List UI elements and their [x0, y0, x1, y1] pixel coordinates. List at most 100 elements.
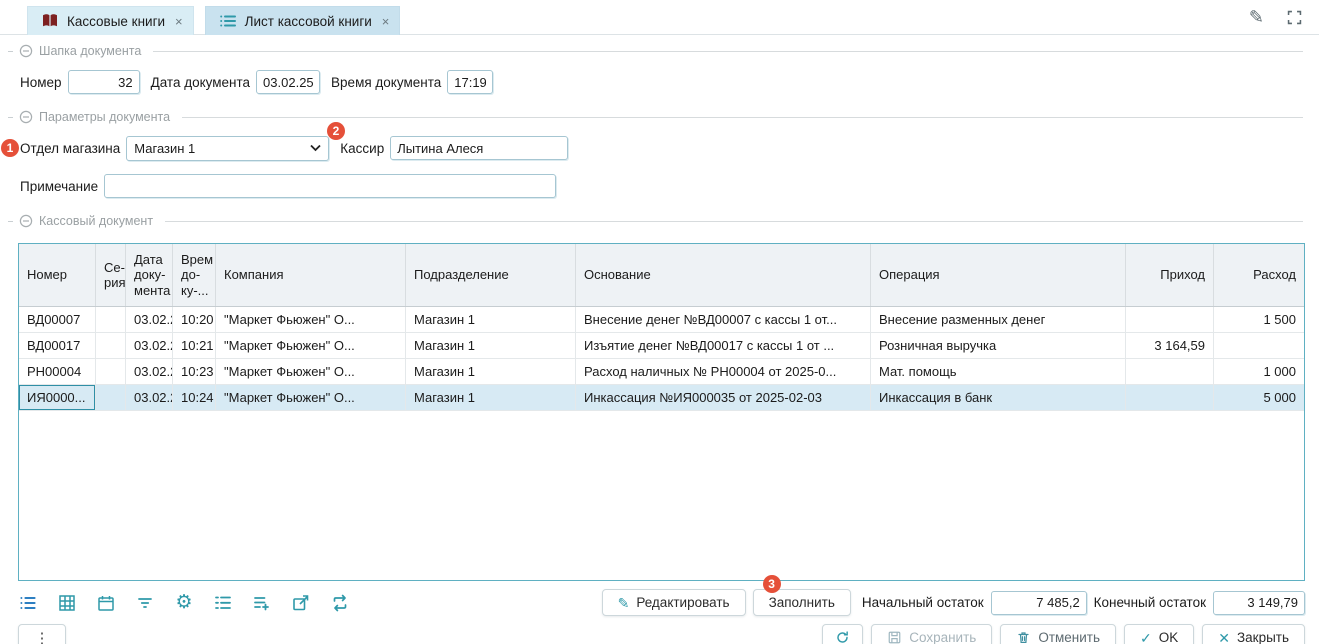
- ok-button[interactable]: ✓ OK: [1124, 624, 1194, 644]
- store-department-select[interactable]: Магазин 1: [126, 136, 329, 161]
- table-cell[interactable]: [96, 385, 126, 410]
- table-cell[interactable]: 10:24: [173, 385, 216, 410]
- table-cell[interactable]: ВД00007: [19, 307, 96, 332]
- table-row[interactable]: ВД00017 03.02.2510:21"Маркет Фьюжен" О...…: [19, 333, 1304, 359]
- table-cell[interactable]: Изъятие денег №ВД00017 с кассы 1 от ...: [576, 333, 871, 358]
- cashier-input[interactable]: [390, 136, 568, 160]
- table-cell[interactable]: [1214, 333, 1304, 358]
- table-cell[interactable]: Магазин 1: [406, 333, 576, 358]
- refresh-button[interactable]: [822, 624, 863, 644]
- calendar-icon[interactable]: [96, 593, 116, 613]
- start-balance-input[interactable]: [991, 591, 1087, 615]
- table-cell[interactable]: "Маркет Фьюжен" О...: [216, 333, 406, 358]
- divider: [182, 117, 1303, 118]
- tab-close-icon[interactable]: ×: [175, 15, 183, 28]
- more-icon: ⋮: [35, 629, 50, 644]
- selected-option: Магазин 1: [134, 141, 195, 156]
- table-cell[interactable]: [96, 333, 126, 358]
- collapse-icon[interactable]: [19, 44, 33, 58]
- tab-cash-book-sheet[interactable]: Лист кассовой книги ×: [205, 6, 401, 35]
- table-cell[interactable]: 5 000: [1214, 385, 1304, 410]
- column-header[interactable]: Номер: [19, 244, 96, 306]
- table-cell[interactable]: [1126, 359, 1214, 384]
- table-cell[interactable]: Инкассация №ИЯ000035 от 2025-02-03: [576, 385, 871, 410]
- list-view-icon[interactable]: [18, 593, 38, 613]
- gear-icon[interactable]: ⚙: [174, 593, 194, 613]
- more-button[interactable]: ⋮: [18, 624, 66, 644]
- table-cell[interactable]: Внесение разменных денег: [871, 307, 1126, 332]
- section-title-text: Параметры документа: [39, 110, 170, 124]
- start-balance-label: Начальный остаток: [862, 595, 984, 610]
- table-cell[interactable]: Магазин 1: [406, 385, 576, 410]
- save-button[interactable]: Сохранить: [871, 624, 992, 644]
- close-button[interactable]: ✕ Закрыть: [1202, 624, 1305, 644]
- table-cell[interactable]: 03.02.25: [126, 333, 173, 358]
- table-row[interactable]: ВД00007 03.02.2510:20"Маркет Фьюжен" О...…: [19, 307, 1304, 333]
- section-cash-document: Кассовый документ: [8, 213, 1303, 229]
- tab-close-icon[interactable]: ×: [382, 15, 390, 28]
- fill-button[interactable]: Заполнить: [753, 589, 851, 616]
- filter-icon[interactable]: [135, 593, 155, 613]
- column-header[interactable]: Дата доку- мента: [126, 244, 173, 306]
- table-cell[interactable]: [1126, 385, 1214, 410]
- note-input[interactable]: [104, 174, 556, 198]
- table-cell[interactable]: Розничная выручка: [871, 333, 1126, 358]
- edit-button[interactable]: ✎ Редактировать: [602, 589, 746, 616]
- add-row-icon[interactable]: [252, 593, 272, 613]
- numbered-list-icon[interactable]: [213, 593, 233, 613]
- collapse-icon[interactable]: [19, 110, 33, 124]
- table-cell[interactable]: ВД00017: [19, 333, 96, 358]
- edit-pencil-icon[interactable]: ✎: [1249, 8, 1264, 26]
- table-cell[interactable]: ИЯ0000...: [19, 385, 96, 410]
- table-cell[interactable]: 03.02.25: [126, 385, 173, 410]
- number-input[interactable]: [68, 70, 140, 94]
- window-actions: ✎: [1249, 8, 1319, 26]
- table-cell[interactable]: Магазин 1: [406, 307, 576, 332]
- table-cell[interactable]: "Маркет Фьюжен" О...: [216, 385, 406, 410]
- column-header[interactable]: Основание: [576, 244, 871, 306]
- table-cell[interactable]: [1126, 307, 1214, 332]
- column-header[interactable]: Се- рия: [96, 244, 126, 306]
- table-cell[interactable]: [96, 307, 126, 332]
- table-cell[interactable]: 10:21: [173, 333, 216, 358]
- fullscreen-icon[interactable]: [1286, 9, 1303, 26]
- table-cell[interactable]: 10:20: [173, 307, 216, 332]
- repeat-icon[interactable]: [330, 593, 350, 613]
- collapse-icon[interactable]: [19, 214, 33, 228]
- table-cell[interactable]: 10:23: [173, 359, 216, 384]
- end-balance-input[interactable]: [1213, 591, 1305, 615]
- table-cell[interactable]: Инкассация в банк: [871, 385, 1126, 410]
- column-header[interactable]: Приход: [1126, 244, 1214, 306]
- export-icon[interactable]: [291, 593, 311, 613]
- close-x-icon: ✕: [1218, 631, 1230, 644]
- table-row[interactable]: РН00004 03.02.2510:23"Маркет Фьюжен" О...…: [19, 359, 1304, 385]
- column-header[interactable]: Врем до- ку-...: [173, 244, 216, 306]
- table-cell[interactable]: Магазин 1: [406, 359, 576, 384]
- note-label: Примечание: [20, 179, 98, 194]
- table-cell[interactable]: Внесение денег №ВД00007 с кассы 1 от...: [576, 307, 871, 332]
- table-cell[interactable]: "Маркет Фьюжен" О...: [216, 307, 406, 332]
- date-input[interactable]: [256, 70, 320, 94]
- time-input[interactable]: [447, 70, 493, 94]
- grid-view-icon[interactable]: [57, 593, 77, 613]
- tab-cash-books[interactable]: Кассовые книги ×: [27, 6, 194, 35]
- table-cell[interactable]: [96, 359, 126, 384]
- table-cell[interactable]: Мат. помощь: [871, 359, 1126, 384]
- table-cell[interactable]: "Маркет Фьюжен" О...: [216, 359, 406, 384]
- cancel-button[interactable]: Отменить: [1000, 624, 1116, 644]
- time-label: Время документа: [331, 75, 441, 90]
- table-cell[interactable]: 1 500: [1214, 307, 1304, 332]
- table-cell[interactable]: 03.02.25: [126, 359, 173, 384]
- table-cell[interactable]: 1 000: [1214, 359, 1304, 384]
- table-row[interactable]: ИЯ0000... 03.02.2510:24"Маркет Фьюжен" О.…: [19, 385, 1304, 411]
- column-header[interactable]: Расход: [1214, 244, 1304, 306]
- action-buttons: Сохранить Отменить ✓ OK ✕ Закрыть: [822, 624, 1305, 644]
- fill-button-label: Заполнить: [769, 595, 835, 610]
- column-header[interactable]: Подразделение: [406, 244, 576, 306]
- table-cell[interactable]: 03.02.25: [126, 307, 173, 332]
- table-cell[interactable]: РН00004: [19, 359, 96, 384]
- column-header[interactable]: Операция: [871, 244, 1126, 306]
- table-cell[interactable]: 3 164,59: [1126, 333, 1214, 358]
- table-cell[interactable]: Расход наличных № РН00004 от 2025-0...: [576, 359, 871, 384]
- column-header[interactable]: Компания: [216, 244, 406, 306]
